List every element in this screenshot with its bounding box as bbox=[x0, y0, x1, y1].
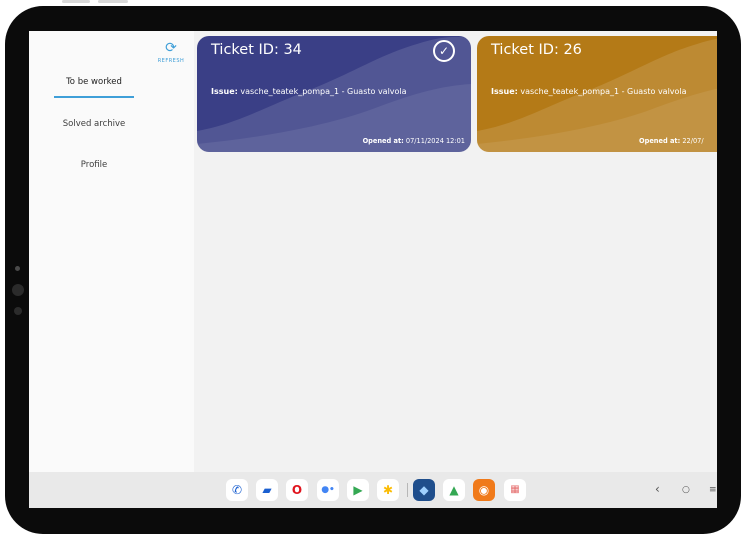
android-taskbar: ✆ ▰ O ●• ▶ ✱ ◆ ▲ ◉ ▦ ‹ ○ ≡ bbox=[29, 472, 717, 508]
side-sensor-small bbox=[14, 307, 22, 315]
sidebar-item-profile[interactable]: Profile bbox=[29, 160, 159, 170]
side-sensor-large bbox=[12, 284, 24, 296]
home-button[interactable]: ○ bbox=[682, 483, 690, 497]
drive-icon[interactable]: ▲ bbox=[443, 479, 465, 501]
ticket-title: Ticket ID: 34 bbox=[211, 42, 302, 58]
issue-label: Issue: bbox=[491, 87, 518, 96]
front-camera bbox=[15, 266, 20, 271]
app-grid-icon[interactable]: ▦ bbox=[504, 479, 526, 501]
recents-button[interactable]: ≡ bbox=[709, 483, 717, 497]
ticket-list: Ticket ID: 34 ✓ Issue: vasche_teatek_pom… bbox=[197, 36, 717, 153]
assistant-icon[interactable]: ●• bbox=[317, 479, 339, 501]
ticket-card[interactable]: Ticket ID: 26 Issue: vasche_teatek_pompa… bbox=[477, 36, 717, 152]
issue-text: vasche_teatek_pompa_1 - Guasto valvola bbox=[520, 87, 687, 96]
messages-icon[interactable]: ▰ bbox=[256, 479, 278, 501]
sidebar-item-label: Profile bbox=[80, 160, 108, 170]
sidebar-item-label: To be worked bbox=[66, 77, 122, 87]
sidebar-item-label: Solved archive bbox=[62, 119, 126, 129]
refresh-icon: ⟳ bbox=[165, 40, 177, 56]
opened-label: Opened at: bbox=[639, 137, 681, 145]
opened-value: 22/07/ bbox=[682, 137, 704, 145]
opened-value: 07/11/2024 12:01 bbox=[405, 137, 465, 145]
ticket-opened-at: Opened at: 07/11/2024 12:01 bbox=[363, 137, 465, 145]
ticket-issue: Issue: vasche_teatek_pompa_1 - Guasto va… bbox=[211, 87, 407, 96]
refresh-button[interactable]: ⟳ REFRESH bbox=[155, 41, 187, 64]
phone-icon[interactable]: ✆ bbox=[226, 479, 248, 501]
check-icon[interactable]: ✓ bbox=[433, 40, 455, 62]
opera-icon[interactable]: O bbox=[286, 479, 308, 501]
active-tab-indicator bbox=[54, 96, 134, 98]
app-3d-icon[interactable]: ◆ bbox=[413, 479, 435, 501]
taskbar-divider bbox=[407, 483, 408, 497]
issue-label: Issue: bbox=[211, 87, 238, 96]
sidebar: ⟳ REFRESH To be worked Solved archive Pr… bbox=[29, 31, 194, 472]
opened-label: Opened at: bbox=[362, 137, 404, 145]
ticket-issue: Issue: vasche_teatek_pompa_1 - Guasto va… bbox=[491, 87, 687, 96]
recorder-icon[interactable]: ◉ bbox=[473, 479, 495, 501]
app-screen: ⟳ REFRESH To be worked Solved archive Pr… bbox=[29, 31, 717, 508]
sidebar-item-to-be-worked[interactable]: To be worked bbox=[29, 77, 159, 87]
ticket-opened-at: Opened at: 22/07/ bbox=[639, 137, 704, 145]
play-store-icon[interactable]: ▶ bbox=[347, 479, 369, 501]
photos-icon[interactable]: ✱ bbox=[377, 479, 399, 501]
back-button[interactable]: ‹ bbox=[655, 482, 660, 496]
issue-text: vasche_teatek_pompa_1 - Guasto valvola bbox=[240, 87, 407, 96]
ticket-card[interactable]: Ticket ID: 34 ✓ Issue: vasche_teatek_pom… bbox=[197, 36, 471, 152]
refresh-label: REFRESH bbox=[157, 58, 185, 64]
ticket-title: Ticket ID: 26 bbox=[491, 42, 582, 58]
sidebar-item-solved-archive[interactable]: Solved archive bbox=[29, 119, 159, 129]
